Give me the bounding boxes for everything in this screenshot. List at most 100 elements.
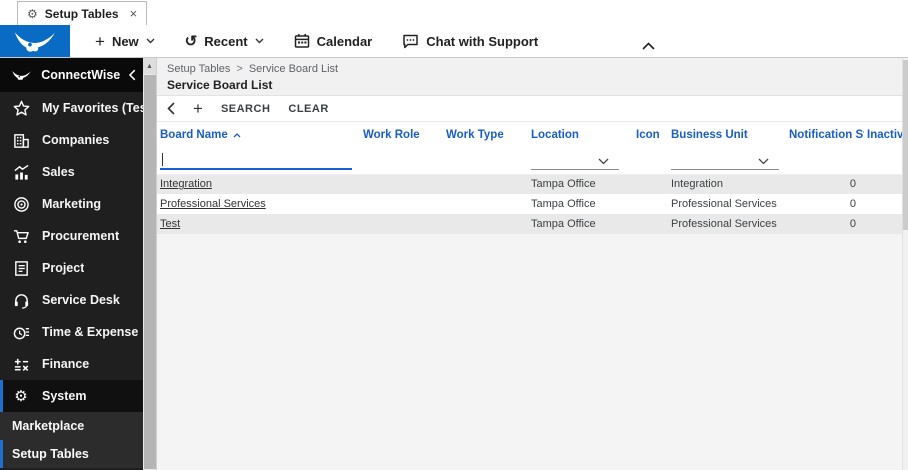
calendar-label: Calendar — [316, 33, 373, 49]
sidebar-item-marketing[interactable]: Marketing — [0, 188, 143, 220]
sidebar-item-label: Companies — [42, 133, 110, 147]
breadcrumb-separator: > — [236, 63, 243, 75]
table-row[interactable]: Integration Tampa Office Integration 0 — [157, 174, 902, 194]
new-label: New — [111, 33, 139, 49]
add-button[interactable]: + — [193, 100, 203, 117]
column-header-inactive[interactable]: Inactive — [864, 122, 902, 147]
sidebar-item-connectwise[interactable]: ConnectWise — [0, 58, 143, 92]
target-icon — [12, 195, 30, 213]
scrollbar-thumb[interactable] — [903, 60, 908, 230]
sidebar-item-label: Time & Expense — [42, 325, 139, 339]
column-header-location[interactable]: Location — [528, 122, 633, 147]
business-unit-cell: Integration — [668, 174, 786, 194]
work-role-cell — [360, 174, 443, 194]
sidebar-subitem-setup-tables[interactable]: Setup Tables — [0, 440, 143, 468]
breadcrumb: Setup Tables > Service Board List — [167, 63, 902, 75]
location-cell: Tampa Office — [528, 214, 633, 234]
sidebar-item-procurement[interactable]: Procurement — [0, 220, 143, 252]
sidebar-item-my-favorites[interactable]: My Favorites (Testing — [0, 92, 143, 124]
collapse-toolbar-chevron-up-icon[interactable] — [642, 42, 655, 51]
icon-cell — [633, 214, 668, 234]
sidebar-item-service-desk[interactable]: Service Desk — [0, 284, 143, 316]
tab-title: Setup Tables — [44, 6, 119, 21]
breadcrumb-service-board-list[interactable]: Service Board List — [249, 63, 338, 75]
sidebar-item-system[interactable]: ⚙ System — [0, 380, 143, 412]
chat-support-button[interactable]: Chat with Support — [387, 25, 553, 57]
plus-icon: + — [95, 31, 105, 51]
board-name-link[interactable]: Test — [160, 218, 180, 230]
sort-asc-icon — [233, 129, 241, 141]
column-label: Business Unit — [671, 128, 748, 141]
sidebar-item-label: Marketing — [42, 197, 102, 211]
scroll-up-arrow-icon[interactable]: ▲ — [143, 58, 156, 74]
toolbar-nav: + New ↺ Recent Calendar Chat with Suppor… — [80, 25, 553, 57]
gear-icon: ⚙ — [27, 6, 38, 21]
column-header-work-type[interactable]: Work Type — [443, 122, 528, 147]
board-name-filter-input[interactable] — [160, 150, 352, 169]
inactive-cell — [864, 174, 902, 194]
sidebar-subitem-marketplace[interactable]: Marketplace — [0, 412, 143, 440]
project-document-icon — [12, 259, 30, 277]
service-board-table: Board Name Work Role Work Type Location … — [157, 122, 902, 234]
sidebar-item-label: Sales — [42, 165, 75, 179]
tab-strip: ⚙ Setup Tables × — [0, 0, 908, 25]
sidebar-item-companies[interactable]: Companies — [0, 124, 143, 156]
notification-steps-cell: 0 — [786, 174, 864, 194]
inactive-cell — [864, 214, 902, 234]
page-title: Service Board List — [167, 78, 273, 92]
column-header-board-name[interactable]: Board Name — [157, 122, 360, 147]
new-menu-button[interactable]: + New — [80, 25, 170, 57]
recent-menu-button[interactable]: ↺ Recent — [170, 25, 279, 57]
sidebar-item-label: Finance — [42, 357, 90, 371]
headset-icon — [12, 291, 30, 309]
sidebar-item-label: Project — [42, 261, 85, 275]
work-role-cell — [360, 194, 443, 214]
inactive-cell — [864, 194, 902, 214]
sidebar-item-project[interactable]: Project — [0, 252, 143, 284]
column-header-work-role[interactable]: Work Role — [360, 122, 443, 147]
table-header-row: Board Name Work Role Work Type Location … — [157, 122, 902, 147]
history-icon: ↺ — [184, 32, 198, 50]
chevron-down-icon — [255, 38, 264, 44]
search-button[interactable]: SEARCH — [221, 103, 270, 115]
location-cell: Tampa Office — [528, 194, 633, 214]
board-name-link[interactable]: Integration — [160, 178, 212, 190]
board-name-filter — [160, 150, 352, 171]
connectwise-logo[interactable] — [0, 25, 70, 57]
close-icon[interactable]: × — [130, 6, 138, 21]
content-scrollbar[interactable] — [902, 58, 908, 470]
back-button[interactable] — [167, 102, 175, 115]
scrollbar-thumb[interactable] — [144, 75, 156, 469]
table-row[interactable]: Test Tampa Office Professional Services … — [157, 214, 902, 234]
sidebar-item-label: Procurement — [42, 229, 120, 243]
sidebar-subitem-label: Marketplace — [12, 419, 85, 433]
chevron-left-icon — [167, 102, 175, 115]
business-unit-filter-dropdown[interactable] — [671, 150, 779, 171]
column-header-notification-steps[interactable]: Notification Steps — [786, 122, 864, 147]
sidebar-item-finance[interactable]: Finance — [0, 348, 143, 380]
breadcrumb-setup-tables[interactable]: Setup Tables — [167, 63, 230, 75]
calendar-button[interactable]: Calendar — [279, 25, 388, 57]
tab-setup-tables[interactable]: ⚙ Setup Tables × — [17, 1, 148, 25]
sidebar-scrollbar[interactable]: ▲ — [143, 58, 157, 470]
table-row[interactable]: Professional Services Tampa Office Profe… — [157, 194, 902, 214]
clock-list-icon — [12, 323, 30, 341]
clear-button[interactable]: CLEAR — [288, 103, 328, 115]
text-cursor — [162, 153, 163, 167]
location-filter-dropdown[interactable] — [531, 150, 619, 171]
column-header-business-unit[interactable]: Business Unit — [668, 122, 786, 147]
column-label: Inactive — [867, 128, 902, 141]
collapse-sidebar-chevron-left-icon[interactable] — [129, 69, 136, 81]
sidebar-item-sales[interactable]: Sales — [0, 156, 143, 188]
owl-logo-icon — [14, 32, 56, 52]
chat-icon — [403, 34, 418, 48]
column-header-icon[interactable]: Icon — [633, 122, 668, 147]
column-label: Notification Steps — [789, 128, 864, 141]
board-name-link[interactable]: Professional Services — [160, 198, 266, 210]
business-unit-cell: Professional Services — [668, 194, 786, 214]
notification-steps-cell: 0 — [786, 194, 864, 214]
sidebar-item-label: System — [42, 389, 87, 403]
icon-cell — [633, 194, 668, 214]
sidebar-item-time-expense[interactable]: Time & Expense — [0, 316, 143, 348]
chevron-down-icon — [758, 158, 769, 165]
